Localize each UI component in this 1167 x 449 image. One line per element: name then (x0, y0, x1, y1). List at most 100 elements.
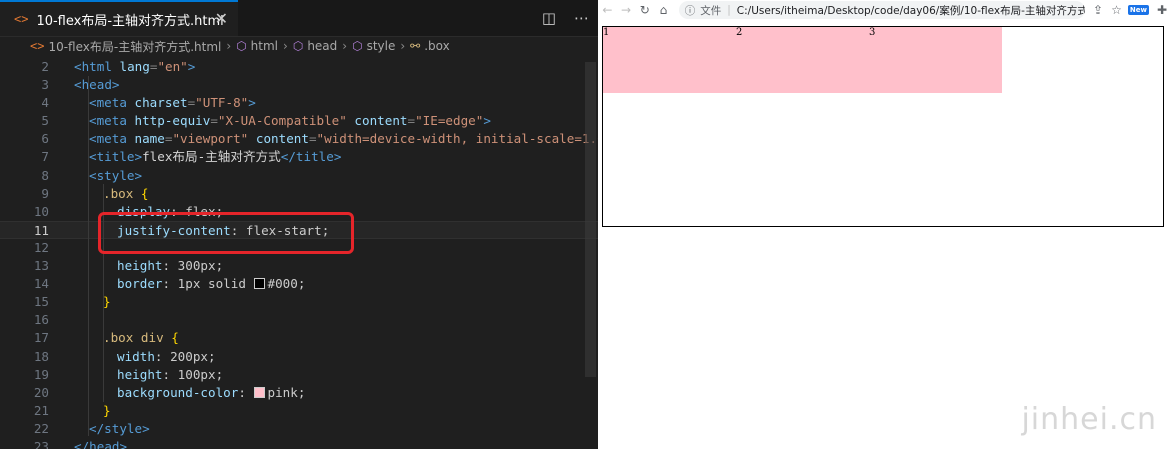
line-number: 18 (33, 348, 49, 364)
code-token: flex布局-主轴对齐方式 (142, 149, 281, 165)
code-line[interactable]: 22 </style> (0, 420, 598, 438)
code-token: <meta (89, 113, 135, 129)
address-scheme-label: 文件 (700, 4, 722, 17)
code-editor: <> 10-flex布局-主轴对齐方式.html ✕ ◫ ⋯ <> 10-fle… (0, 0, 598, 449)
home-icon[interactable]: ⌂ (654, 3, 673, 17)
symbol-class-icon: ⚯ (410, 39, 421, 53)
code-token: #000; (267, 276, 306, 292)
watermark: jinhei.cn (1021, 402, 1157, 437)
code-token: height (117, 366, 163, 382)
code-token: "width=device-width, initial-scale=1.0" (316, 131, 598, 147)
code-line[interactable]: 9 .box { (0, 185, 598, 203)
line-number: 7 (41, 149, 49, 165)
bookmark-star-icon[interactable]: ☆ (1111, 3, 1122, 17)
code-token: </title> (280, 149, 342, 165)
code-token: </style> (89, 420, 150, 436)
line-number: 14 (33, 276, 49, 292)
code-line[interactable]: 2 <html lang="en"> (0, 58, 598, 76)
color-swatch-icon[interactable] (253, 386, 265, 398)
breadcrumb-item-head[interactable]: head (307, 39, 337, 53)
code-token: .box (103, 185, 141, 201)
code-token: </head> (74, 438, 128, 449)
breadcrumb-item-html[interactable]: html (251, 39, 278, 53)
code-line[interactable]: 8 <style> (0, 167, 598, 185)
line-number: 22 (33, 420, 49, 436)
code-token: = (308, 131, 317, 147)
code-line[interactable]: 6 <meta name="viewport" content="width=de… (0, 130, 598, 148)
code-token: <meta (89, 131, 135, 147)
code-line[interactable]: 20 background-color: pink; (0, 384, 598, 402)
breadcrumb-item-box[interactable]: .box (424, 39, 450, 53)
html-file-icon: <> (14, 12, 29, 26)
code-line[interactable]: 23 </head> (0, 438, 598, 449)
code-line[interactable]: 17 .box div { (0, 329, 598, 347)
code-line[interactable]: 5 <meta http-equiv="X-UA-Compatible" cont… (0, 112, 598, 130)
breadcrumb-item-style[interactable]: style (367, 39, 396, 53)
extension-new-badge[interactable]: New (1127, 5, 1149, 15)
code-text: <html lang="en"> (74, 58, 195, 76)
code-token: { (140, 185, 149, 201)
editor-tab-title: 10-flex布局-主轴对齐方式.html (36, 13, 224, 29)
code-token: = (407, 113, 416, 129)
code-token: .box div (103, 330, 172, 346)
code-line[interactable]: 13 height: 300px; (0, 257, 598, 275)
html-file-icon: <> (30, 39, 45, 53)
code-token: charset (134, 95, 188, 111)
code-line[interactable]: 15} (0, 293, 598, 311)
extensions-puzzle-icon[interactable]: ✚ (1157, 3, 1167, 17)
close-icon[interactable]: ✕ (215, 9, 228, 28)
more-actions-icon[interactable]: ⋯ (574, 9, 589, 27)
code-line[interactable]: 14 border: 1px solid #000; (0, 275, 598, 293)
line-number: 8 (41, 167, 49, 183)
flex-item-2: 2 (736, 27, 869, 93)
line-number: 23 (33, 438, 49, 449)
code-line[interactable]: 4 <meta charset="UTF-8"> (0, 94, 598, 112)
code-token: "IE=edge" (415, 113, 484, 129)
code-text: .box div { (103, 329, 179, 347)
code-line[interactable]: 21} (0, 402, 598, 420)
code-token: lang (119, 59, 150, 74)
line-number: 9 (41, 185, 49, 201)
editor-tab[interactable]: <> 10-flex布局-主轴对齐方式.html ✕ (0, 0, 238, 36)
code-token: { (171, 330, 179, 346)
code-text: </head> (74, 438, 127, 449)
code-text: <style> (89, 167, 142, 185)
code-token: pink; (267, 384, 306, 400)
code-text: } (103, 293, 111, 311)
color-swatch-icon[interactable] (253, 278, 265, 290)
code-text: <title>flex布局-主轴对齐方式</title> (89, 148, 341, 166)
code-token: : 1px solid (162, 276, 254, 292)
editor-scrollbar[interactable] (585, 62, 596, 377)
line-number: 4 (41, 95, 49, 111)
chevron-right-icon: › (400, 39, 406, 53)
info-icon[interactable]: ⓘ (685, 3, 696, 18)
share-icon[interactable]: ⇪ (1093, 3, 1103, 17)
line-number: 19 (33, 366, 49, 382)
code-token: width (117, 348, 155, 364)
reload-icon[interactable]: ↻ (635, 3, 654, 17)
code-line[interactable]: 16 (0, 311, 598, 329)
code-token: content (255, 131, 309, 147)
code-line[interactable]: 18 width: 200px; (0, 348, 598, 366)
address-divider: | (727, 4, 731, 16)
code-text: height: 300px; (117, 257, 223, 275)
code-token: : 300px; (162, 258, 224, 274)
code-text: background-color: pink; (117, 384, 305, 402)
address-url[interactable]: C:/Users/itheima/Desktop/code/day06/案例/1… (737, 3, 1085, 18)
address-bar[interactable]: ⓘ 文件 | C:/Users/itheima/Desktop/code/day… (678, 1, 1086, 19)
breadcrumb-item-file[interactable]: 10-flex布局-主轴对齐方式.html (48, 38, 221, 55)
flex-item-1: 1 (603, 27, 736, 93)
code-line[interactable]: 7 <title>flex布局-主轴对齐方式</title> (0, 148, 598, 166)
split-editor-icon[interactable]: ◫ (542, 9, 556, 27)
code-line[interactable]: 3 <head> (0, 76, 598, 94)
code-line[interactable]: 19 height: 100px; (0, 366, 598, 384)
forward-icon[interactable]: → (617, 3, 636, 17)
code-token: "en" (157, 59, 188, 74)
editor-actions: ◫ ⋯ (533, 0, 598, 36)
code-text: <head> (74, 76, 120, 94)
line-number: 12 (33, 239, 49, 255)
back-icon[interactable]: ← (598, 3, 617, 17)
code-token: = (210, 113, 218, 129)
code-token: > (483, 113, 491, 129)
browser-window: ← → ↻ ⌂ ⓘ 文件 | C:/Users/itheima/Desktop/… (598, 0, 1167, 449)
